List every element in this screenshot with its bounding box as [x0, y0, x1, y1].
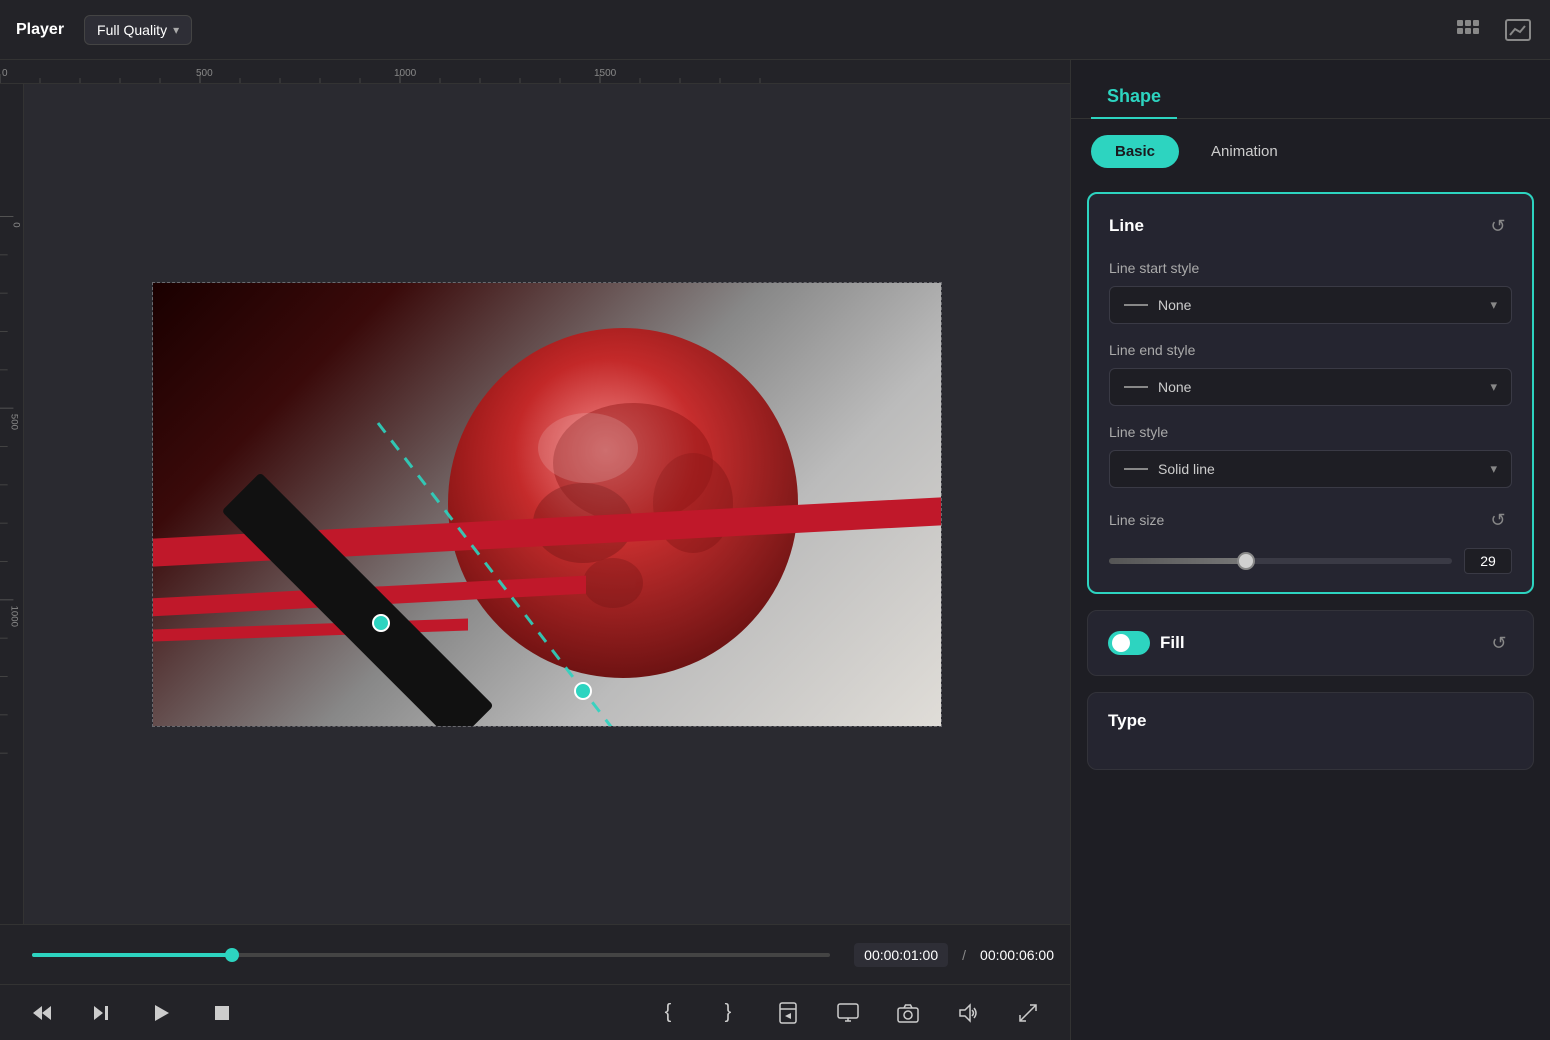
- player-title: Player: [16, 21, 64, 39]
- line-size-slider-row: 29: [1109, 548, 1512, 574]
- brace-close-icon: }: [725, 1001, 732, 1024]
- line-icon: [1124, 468, 1148, 470]
- line-reset-button[interactable]: ↺: [1484, 212, 1512, 240]
- type-section: Type: [1087, 692, 1534, 770]
- brace-open-button[interactable]: {: [650, 995, 686, 1031]
- toggle-knob: [1112, 634, 1130, 652]
- svg-text:1500: 1500: [594, 68, 617, 79]
- ruler-top: 0 500 1000 1500: [0, 60, 1070, 84]
- progress-track[interactable]: [32, 953, 830, 957]
- panel-tabs-header: Shape: [1071, 60, 1550, 119]
- line-size-header: Line size ↺: [1109, 506, 1512, 534]
- play-button[interactable]: [144, 995, 180, 1031]
- player-area: 0 500 1000 1500: [0, 60, 1070, 1040]
- current-time: 00:00:01:00: [854, 943, 948, 967]
- brace-close-button[interactable]: }: [710, 995, 746, 1031]
- controls-bar: 00:00:01:00 / 00:00:06:00: [0, 924, 1070, 984]
- shape-tab[interactable]: Shape: [1091, 76, 1177, 119]
- total-time: 00:00:06:00: [980, 947, 1054, 963]
- fill-toggle[interactable]: [1108, 631, 1150, 655]
- ruler-top-svg: 0 500 1000 1500: [0, 60, 1070, 83]
- bottom-toolbar: { }: [0, 984, 1070, 1040]
- line-end-style-dropdown[interactable]: None ▾: [1109, 368, 1512, 406]
- line-start-style-label: Line start style: [1109, 260, 1512, 276]
- progress-fill: [32, 953, 232, 957]
- slider-thumb[interactable]: [1237, 552, 1255, 570]
- canvas-content: [152, 282, 942, 727]
- line-style-value: Solid line: [1124, 461, 1215, 477]
- stop-button[interactable]: [204, 995, 240, 1031]
- svg-text:500: 500: [9, 414, 20, 430]
- canvas-area: 0 500 1000: [0, 84, 1070, 924]
- svg-text:0: 0: [2, 68, 8, 79]
- line-size-reset-button[interactable]: ↺: [1484, 506, 1512, 534]
- chevron-down-icon: ▾: [1490, 379, 1497, 395]
- progress-thumb[interactable]: [225, 948, 239, 962]
- line-size-value[interactable]: 29: [1464, 548, 1512, 574]
- line-end-style-label: Line end style: [1109, 342, 1512, 358]
- svg-text:0: 0: [10, 222, 21, 227]
- time-separator: /: [962, 947, 966, 963]
- ruler-left: 0 500 1000: [0, 84, 24, 924]
- tab-basic[interactable]: Basic: [1091, 135, 1179, 168]
- type-title: Type: [1108, 711, 1146, 731]
- line-style-label: Line style: [1109, 424, 1512, 440]
- line-start-style-value: None: [1124, 297, 1191, 313]
- keyframe-button[interactable]: [770, 995, 806, 1031]
- quality-label: Full Quality: [97, 22, 167, 38]
- line-size-slider[interactable]: [1109, 558, 1452, 564]
- fill-reset-button[interactable]: ↺: [1485, 629, 1513, 657]
- line-style-dropdown[interactable]: Solid line ▾: [1109, 450, 1512, 488]
- line-section-header: Line ↺: [1109, 212, 1512, 240]
- header: Player Full Quality ▾: [0, 0, 1550, 60]
- volume-button[interactable]: [950, 995, 986, 1031]
- main-area: 0 500 1000 1500: [0, 60, 1550, 1040]
- tab-animation[interactable]: Animation: [1187, 135, 1302, 168]
- fill-section: Fill ↺: [1087, 610, 1534, 676]
- grid-icon[interactable]: [1454, 14, 1486, 46]
- line-section: Line ↺ Line start style None ▾ Line end …: [1087, 192, 1534, 594]
- line-shape-svg[interactable]: [153, 283, 941, 726]
- rewind-button[interactable]: [24, 995, 60, 1031]
- canvas-wrapper[interactable]: [24, 84, 1070, 924]
- step-forward-button[interactable]: [84, 995, 120, 1031]
- monitor-button[interactable]: [830, 995, 866, 1031]
- svg-text:1000: 1000: [394, 68, 417, 79]
- line-icon: [1124, 304, 1148, 306]
- header-icons: [1454, 14, 1534, 46]
- chevron-down-icon: ▾: [1490, 297, 1497, 313]
- quality-dropdown[interactable]: Full Quality ▾: [84, 15, 192, 45]
- svg-text:500: 500: [196, 68, 213, 79]
- line-icon: [1124, 386, 1148, 388]
- line-section-title: Line: [1109, 216, 1144, 236]
- line-end-style-value: None: [1124, 379, 1191, 395]
- fill-left: Fill: [1108, 631, 1185, 655]
- brace-open-icon: {: [665, 1001, 672, 1024]
- line-size-label: Line size: [1109, 512, 1164, 528]
- ruler-left-svg: 0 500 1000: [0, 84, 23, 924]
- chevron-down-icon: ▾: [1490, 461, 1497, 477]
- line-start-style-dropdown[interactable]: None ▾: [1109, 286, 1512, 324]
- type-section-header: Type: [1108, 711, 1513, 731]
- resize-button[interactable]: [1010, 995, 1046, 1031]
- chart-icon[interactable]: [1502, 14, 1534, 46]
- right-panel: Shape Basic Animation Line ↺ Line start …: [1070, 60, 1550, 1040]
- svg-text:1000: 1000: [9, 606, 20, 627]
- sub-tabs: Basic Animation: [1071, 119, 1550, 184]
- fill-title: Fill: [1160, 633, 1185, 653]
- video-background: [153, 283, 941, 726]
- slider-fill: [1109, 558, 1246, 564]
- camera-button[interactable]: [890, 995, 926, 1031]
- fill-header: Fill ↺: [1108, 629, 1513, 657]
- chevron-down-icon: ▾: [173, 23, 179, 37]
